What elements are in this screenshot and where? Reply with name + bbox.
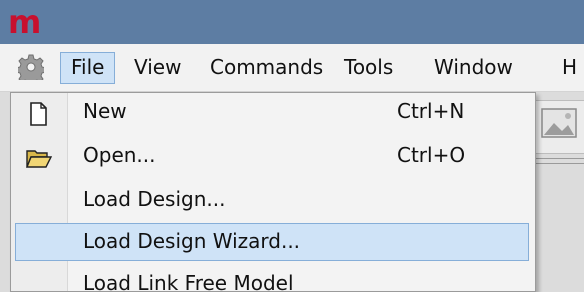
menu-item-new[interactable]: New Ctrl+N <box>11 93 535 133</box>
title-bar: m <box>0 0 584 44</box>
open-folder-icon <box>25 145 53 171</box>
menu-item-label: Open... <box>83 143 156 167</box>
menu-item-open[interactable]: Open... Ctrl+O <box>11 137 535 177</box>
menu-view[interactable]: View <box>124 52 191 82</box>
menu-item-label: Load Design... <box>83 187 226 211</box>
new-document-icon <box>25 101 51 127</box>
app-logo: m <box>8 3 42 41</box>
menu-help[interactable]: H <box>552 52 584 82</box>
toolbar-image-button[interactable] <box>535 100 584 154</box>
menu-bar: File View Commands Tools Window H <box>0 44 584 92</box>
menu-item-load-link-free-model[interactable]: Load Link Free Model <box>83 271 294 291</box>
menu-item-load-design-wizard[interactable]: Load Design Wizard... <box>11 223 535 263</box>
menu-item-shortcut: Ctrl+O <box>397 143 466 167</box>
image-icon <box>541 108 577 138</box>
toolbar-divider <box>535 158 584 164</box>
menu-item-load-design[interactable]: Load Design... <box>11 181 535 221</box>
file-menu-dropdown: New Ctrl+N Open... Ctrl+O Load Design...… <box>10 92 536 292</box>
menu-item-shortcut: Ctrl+N <box>397 99 465 123</box>
menu-item-label: Load Design Wizard... <box>83 229 301 253</box>
menu-tools[interactable]: Tools <box>334 52 403 82</box>
gear-icon[interactable] <box>18 54 44 80</box>
menu-commands[interactable]: Commands <box>200 52 333 82</box>
menu-item-label: New <box>83 99 127 123</box>
menu-file[interactable]: File <box>60 52 116 84</box>
menu-window[interactable]: Window <box>424 52 523 82</box>
